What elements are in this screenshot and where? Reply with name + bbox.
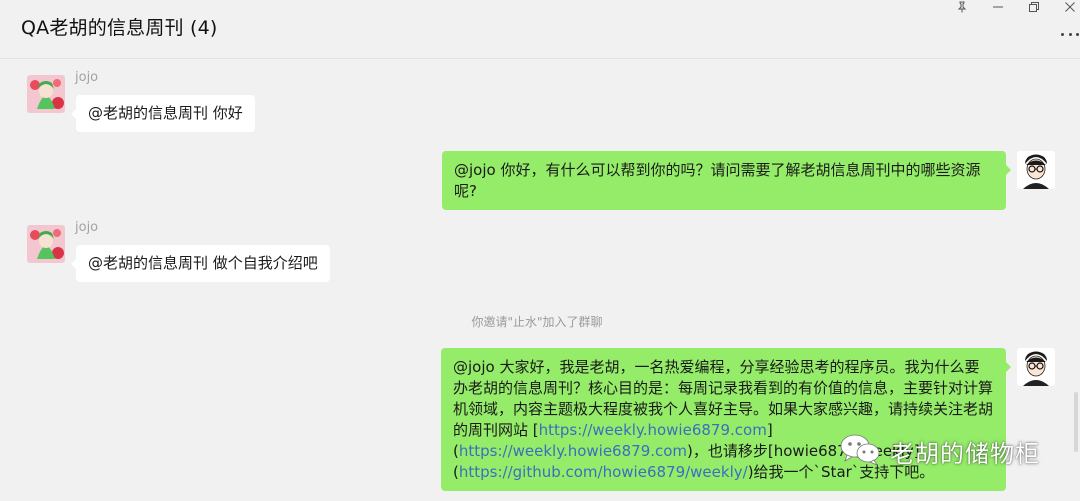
- sender-name: jojo: [75, 70, 99, 85]
- message-link[interactable]: https://weekly.howie6879.com: [539, 421, 767, 439]
- restore-icon[interactable]: [1024, 0, 1044, 14]
- watermark-text: 老胡的储物柜: [890, 439, 1040, 468]
- avatar[interactable]: [1017, 151, 1055, 189]
- chat-title: QA老胡的信息周刊 (4): [21, 17, 218, 39]
- message-link[interactable]: https://weekly.howie6879.com: [459, 442, 687, 460]
- pin-icon[interactable]: [952, 0, 972, 14]
- minimize-icon[interactable]: [988, 0, 1008, 14]
- avatar[interactable]: [27, 225, 65, 263]
- message-link[interactable]: https://github.com/howie6879/weekly/: [459, 463, 748, 481]
- close-icon[interactable]: [1060, 0, 1080, 14]
- watermark: 老胡的储物柜: [838, 433, 1040, 469]
- avatar[interactable]: [1017, 348, 1055, 386]
- message-text: @老胡的信息周刊 做个自我介绍吧: [88, 254, 318, 272]
- message-bubble[interactable]: @老胡的信息周刊 你好: [71, 95, 255, 132]
- avatar[interactable]: [27, 75, 65, 113]
- system-notice-text: 你邀请"止水"加入了群聊: [471, 315, 603, 329]
- system-notice: 你邀请"止水"加入了群聊: [0, 313, 1080, 330]
- chat-window: QA老胡的信息周刊 (4) jojo @老胡的信息周刊 你好 @jojo 你好，…: [0, 0, 1080, 501]
- message-text: @jojo 你好，有什么可以帮到你的吗？请问需要了解老胡信息周刊中的哪些资源呢?: [454, 161, 981, 200]
- message-text: @老胡的信息周刊 你好: [88, 104, 243, 122]
- message-bubble[interactable]: @jojo 大家好，我是老胡，一名热爱编程，分享经验思考的程序员。我为什么要办老…: [441, 348, 1011, 491]
- more-icon[interactable]: [1061, 30, 1079, 38]
- message-bubble[interactable]: @老胡的信息周刊 做个自我介绍吧: [71, 245, 330, 282]
- scrollbar[interactable]: [1074, 392, 1078, 452]
- title-bar: QA老胡的信息周刊 (4): [0, 0, 1080, 59]
- wechat-icon: [838, 432, 882, 470]
- message-bubble[interactable]: @jojo 你好，有什么可以帮到你的吗？请问需要了解老胡信息周刊中的哪些资源呢?: [442, 151, 1011, 210]
- sender-name: jojo: [75, 220, 99, 235]
